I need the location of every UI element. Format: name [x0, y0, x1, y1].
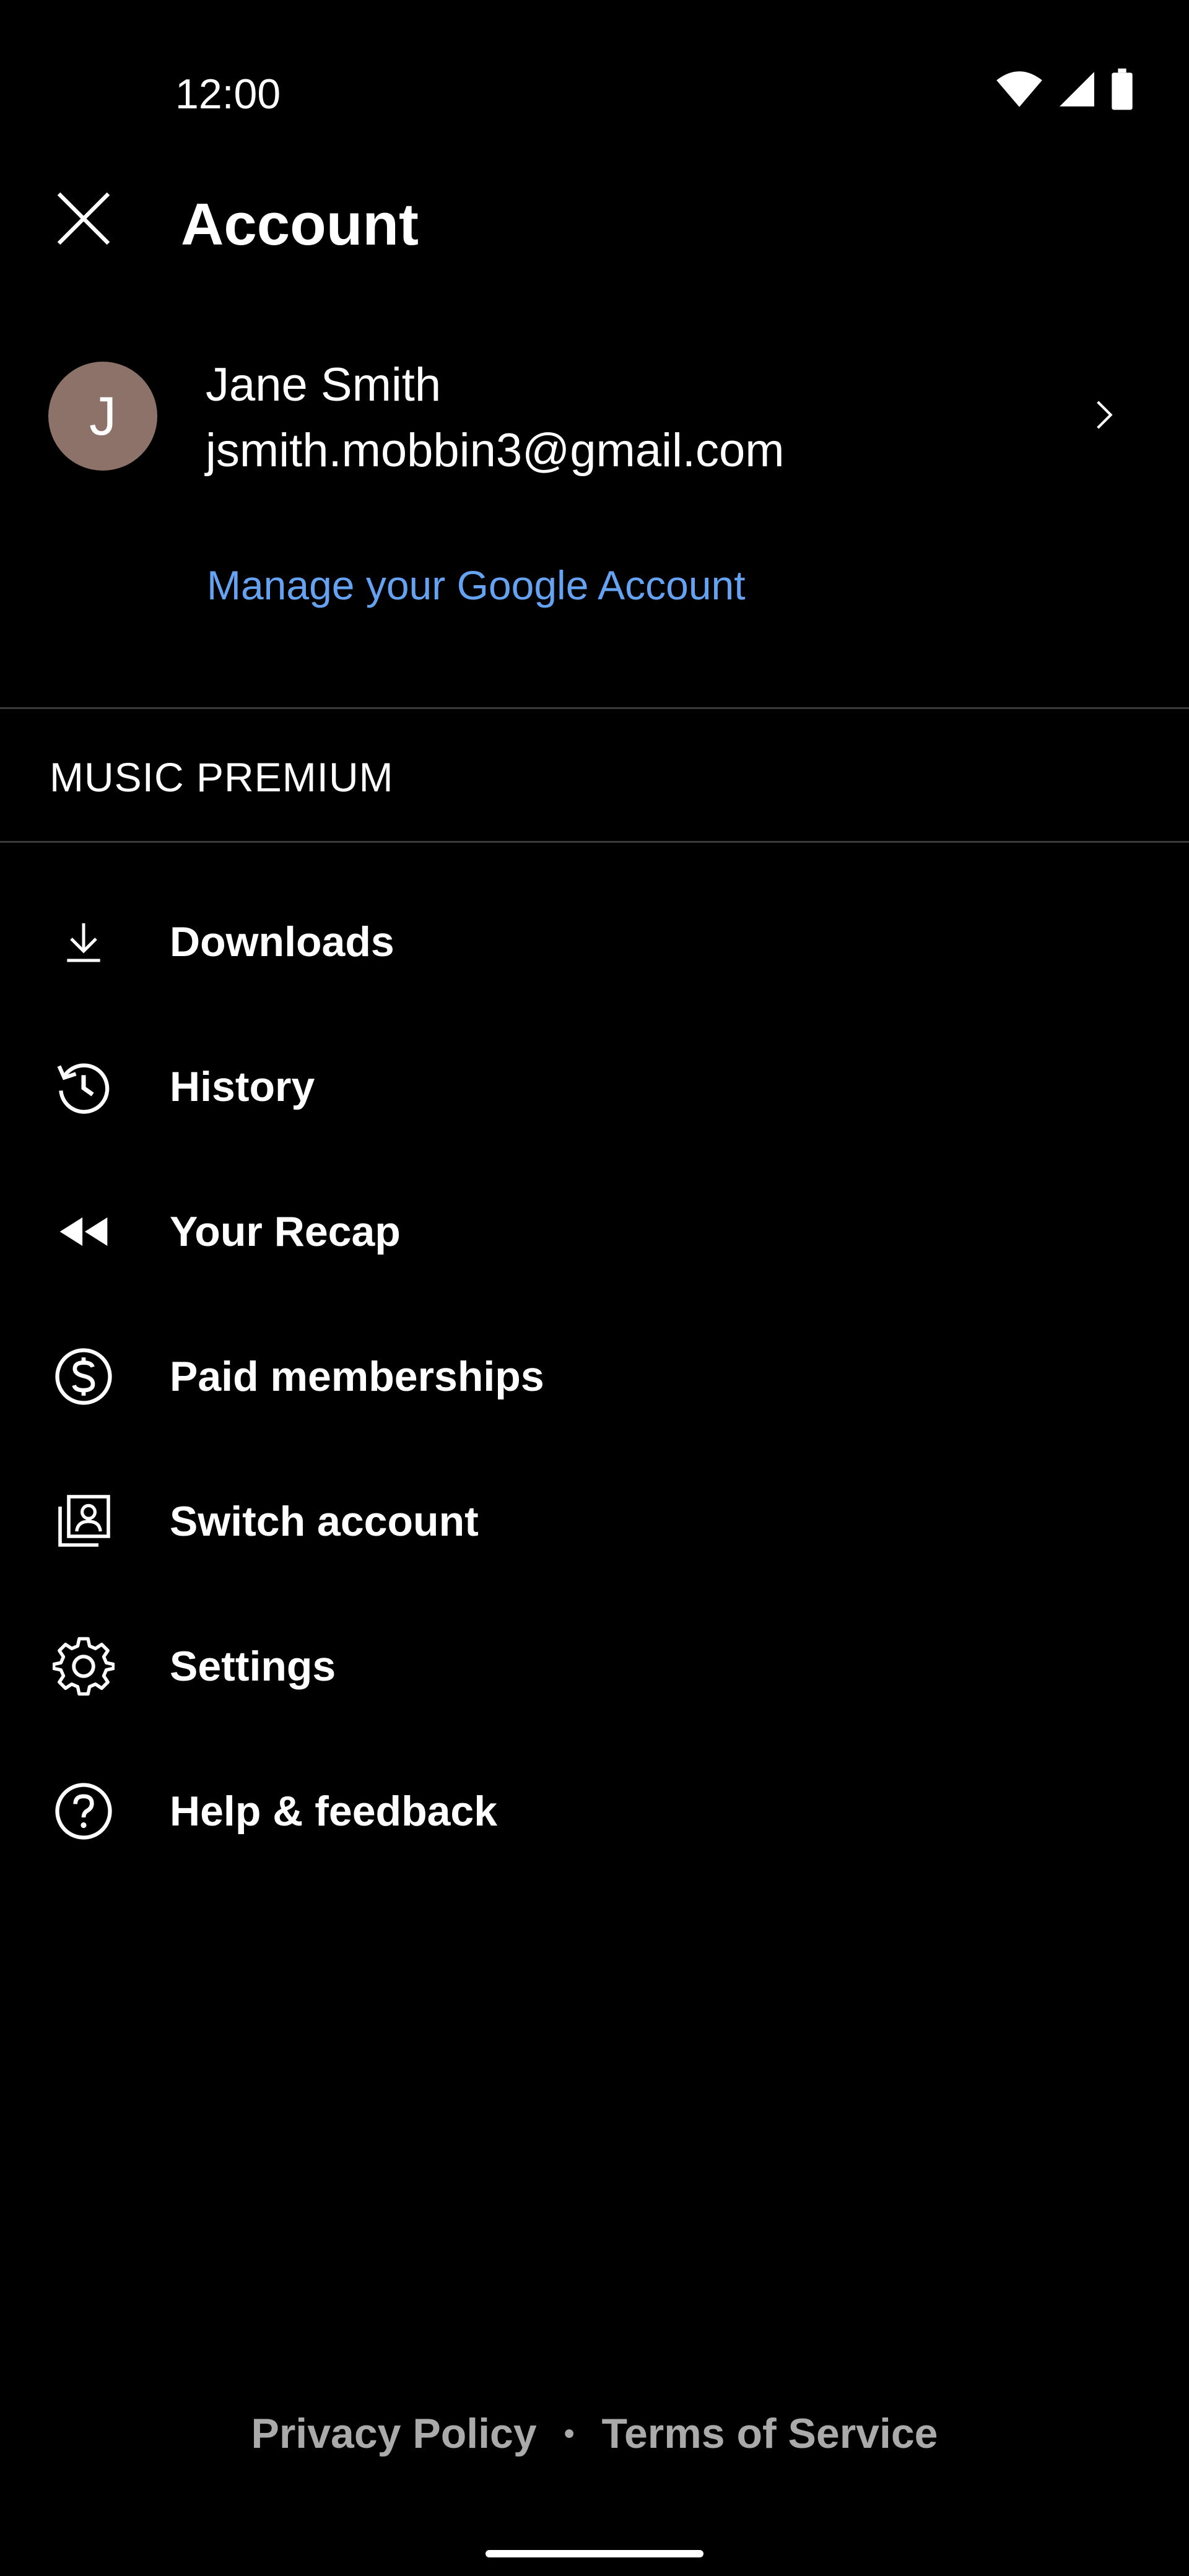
status-time: 12:00 — [175, 71, 281, 118]
account-email: jsmith.mobbin3@gmail.com — [206, 424, 785, 477]
help-circle-icon — [51, 1778, 116, 1844]
menu-label-help-feedback: Help & feedback — [170, 1788, 498, 1835]
download-icon — [51, 909, 116, 975]
section-label-music-premium: MUSIC PREMIUM — [50, 754, 394, 800]
menu-item-help-feedback[interactable]: Help & feedback — [0, 1739, 1189, 1884]
dollar-circle-icon — [51, 1344, 116, 1409]
close-button[interactable] — [43, 180, 124, 260]
divider-section — [0, 841, 1189, 843]
rewind-icon — [51, 1199, 116, 1264]
page-title: Account — [181, 191, 419, 258]
terms-of-service-link[interactable]: Terms of Service — [602, 2409, 938, 2458]
manage-google-account-link[interactable]: Manage your Google Account — [207, 557, 746, 613]
battery-icon — [1110, 68, 1135, 113]
account-chevron[interactable] — [1078, 390, 1130, 442]
divider-top — [0, 707, 1189, 709]
status-icons — [995, 68, 1135, 113]
menu-label-history: History — [170, 1063, 315, 1110]
chevron-right-icon — [1086, 398, 1121, 435]
wifi-icon — [995, 69, 1044, 112]
switch-account-icon — [51, 1489, 116, 1554]
menu-item-settings[interactable]: Settings — [0, 1594, 1189, 1739]
menu-label-paid-memberships: Paid memberships — [170, 1353, 544, 1400]
menu-label-your-recap: Your Recap — [170, 1208, 401, 1255]
cellular-signal-icon — [1058, 70, 1096, 111]
menu-item-history[interactable]: History — [0, 1014, 1189, 1159]
gear-icon — [51, 1634, 116, 1699]
close-icon — [54, 189, 113, 251]
menu-item-your-recap[interactable]: Your Recap — [0, 1159, 1189, 1304]
menu-item-switch-account[interactable]: Switch account — [0, 1449, 1189, 1594]
avatar[interactable]: J — [48, 362, 157, 471]
menu-item-paid-memberships[interactable]: Paid memberships — [0, 1304, 1189, 1449]
footer-separator: • — [564, 2417, 575, 2450]
menu-item-downloads[interactable]: Downloads — [0, 869, 1189, 1014]
account-name: Jane Smith — [206, 359, 442, 411]
menu-label-switch-account: Switch account — [170, 1498, 479, 1545]
privacy-policy-link[interactable]: Privacy Policy — [251, 2409, 536, 2458]
history-icon — [51, 1054, 116, 1120]
menu-label-settings: Settings — [170, 1643, 336, 1690]
footer-links: Privacy Policy • Terms of Service — [0, 2403, 1189, 2465]
menu-label-downloads: Downloads — [170, 918, 394, 965]
home-indicator[interactable] — [486, 2550, 703, 2557]
